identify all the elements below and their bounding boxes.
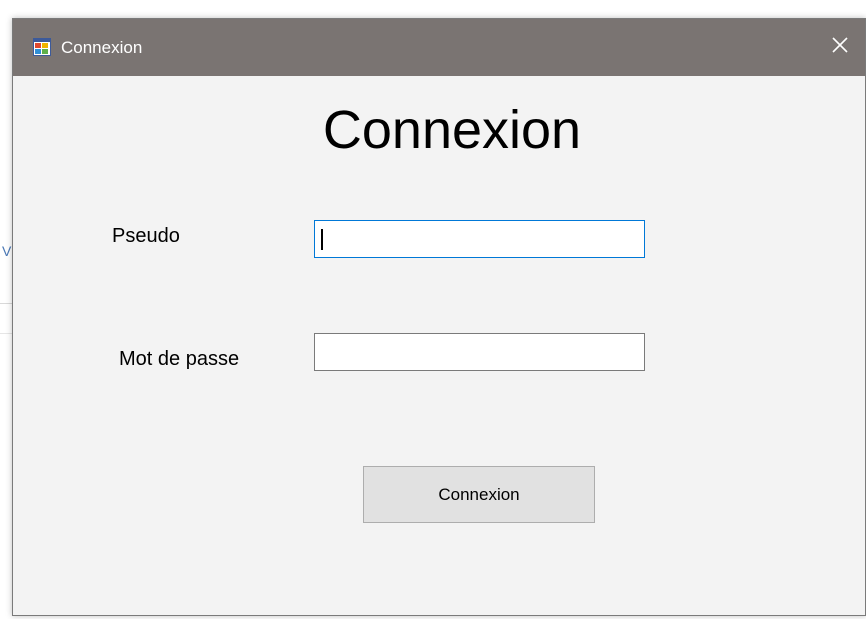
background-divider	[0, 333, 12, 334]
close-icon	[831, 36, 849, 59]
title-bar[interactable]: Connexion	[13, 19, 865, 76]
background-app: V	[0, 0, 12, 619]
password-input[interactable]	[314, 333, 645, 371]
password-label: Mot de passe	[119, 348, 240, 370]
login-window: Connexion Connexion Pseudo Mot de passe	[12, 18, 866, 616]
page-title: Connexion	[322, 100, 582, 160]
pseudo-input[interactable]	[314, 220, 645, 258]
text-caret	[321, 229, 323, 250]
pseudo-label: Pseudo	[112, 225, 180, 247]
background-divider	[0, 303, 12, 304]
form-body: Connexion Pseudo Mot de passe Connexion	[13, 76, 865, 615]
desktop: V Connexion Connexion Pseudo Mot de pass…	[0, 0, 866, 619]
window-title: Connexion	[61, 38, 143, 57]
close-button[interactable]	[815, 19, 865, 76]
background-app-text: V	[2, 243, 12, 259]
connexion-button[interactable]: Connexion	[363, 466, 595, 523]
winforms-app-icon	[33, 38, 51, 56]
